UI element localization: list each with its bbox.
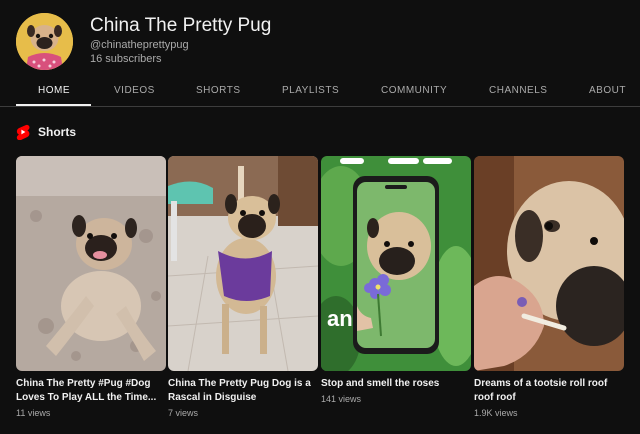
channel-header: China The Pretty Pug @chinatheprettypug … [0,0,640,78]
tab-channels[interactable]: CHANNELS [489,85,547,96]
short-title[interactable]: Dreams of a tootsie roll roof roof roof [474,377,624,405]
channel-avatar[interactable] [16,13,73,70]
short-thumbnail[interactable] [474,156,624,371]
short-title[interactable]: China The Pretty #Pug #Dog Loves To Play… [16,377,166,405]
channel-handle: @chinatheprettypug [90,39,189,51]
tab-home[interactable]: HOME [38,85,70,96]
short-overlay-caption: an [327,306,353,331]
tab-about[interactable]: ABOUT [589,85,626,96]
short-thumbnail[interactable] [16,156,166,371]
youtube-shorts-icon [16,124,30,141]
short-views: 141 views [321,394,362,404]
tab-community[interactable]: COMMUNITY [381,85,447,96]
tab-playlists[interactable]: PLAYLISTS [282,85,339,96]
channel-name: China The Pretty Pug [90,15,272,36]
short-views: 7 views [168,408,199,418]
shorts-section-title: Shorts [38,125,77,139]
active-tab-indicator [16,104,91,106]
short-thumbnail[interactable] [321,156,471,371]
tab-shorts[interactable]: SHORTS [196,85,241,96]
short-views: 11 views [16,408,51,418]
channel-tabs: HOME VIDEOS SHORTS PLAYLISTS COMMUNITY C… [0,78,640,107]
short-thumbnail[interactable] [168,156,318,371]
short-views: 1.9K views [474,408,518,418]
subscriber-count: 16 subscribers [90,53,162,65]
short-title[interactable]: Stop and smell the roses [321,377,471,391]
tab-videos[interactable]: VIDEOS [114,85,155,96]
short-title[interactable]: China The Pretty Pug Dog is a Rascal in … [168,377,318,405]
